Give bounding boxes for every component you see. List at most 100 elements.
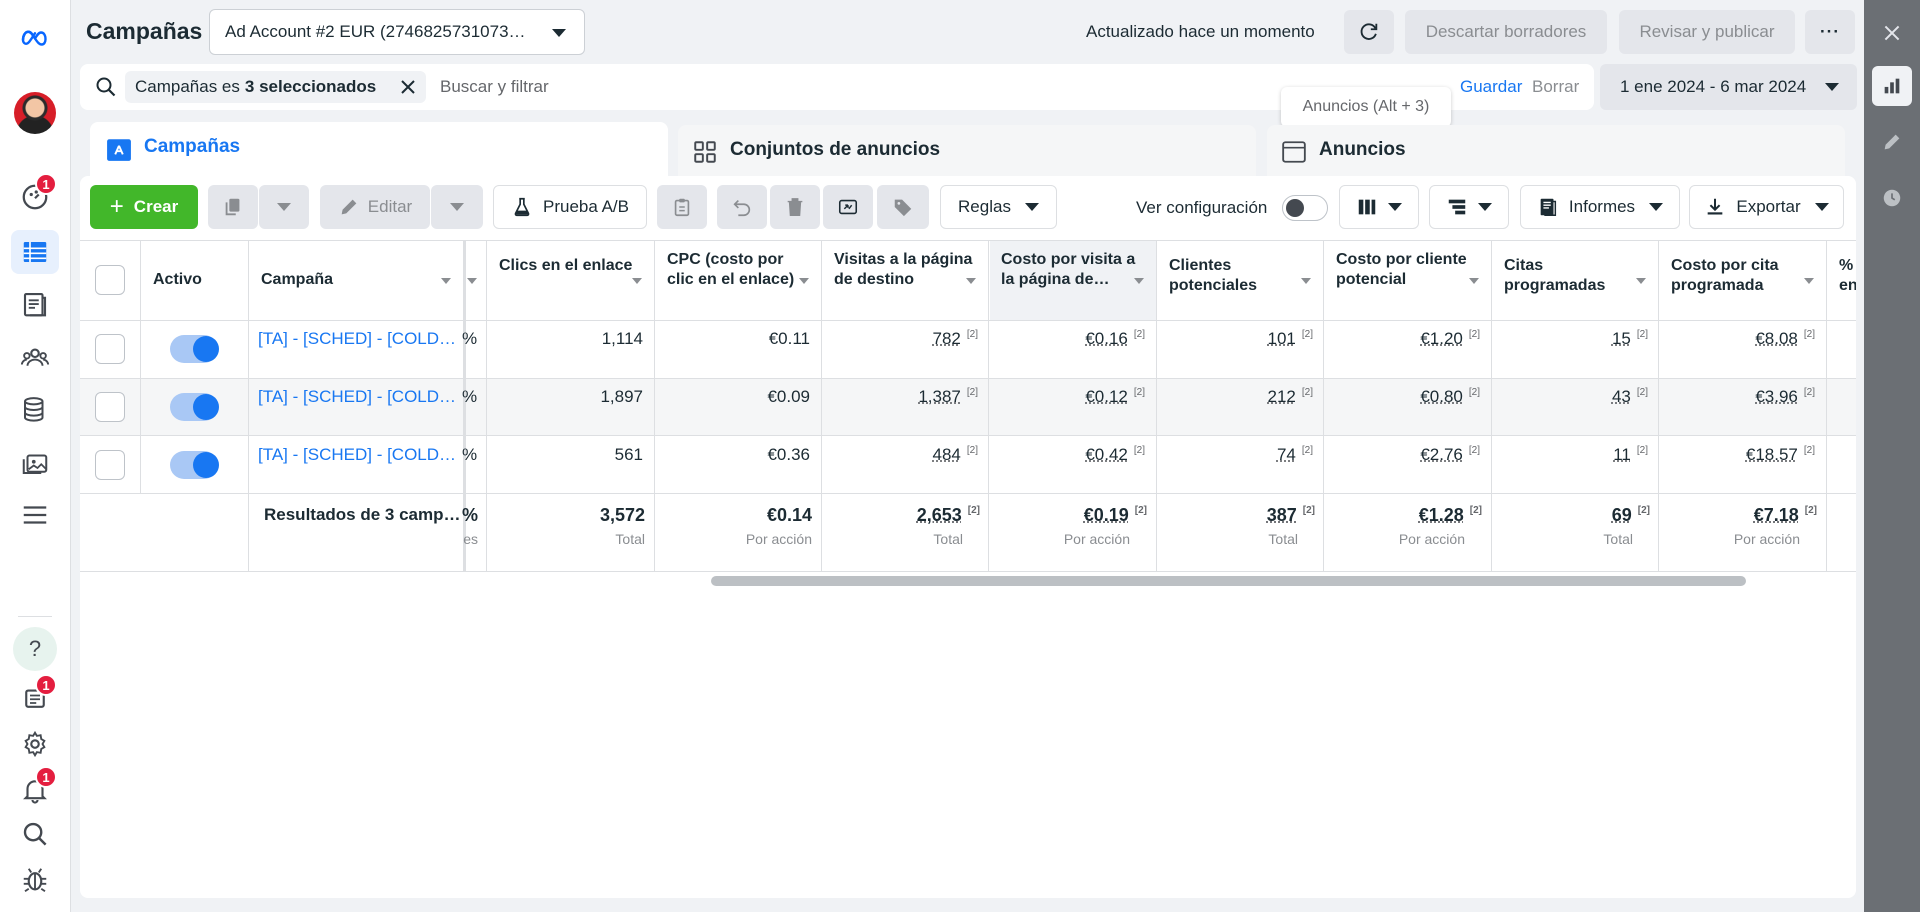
footnote[interactable]: [2] bbox=[1470, 505, 1482, 516]
edit-dropdown-button[interactable] bbox=[431, 185, 483, 229]
row-checkbox[interactable] bbox=[95, 334, 125, 364]
more-options-button[interactable]: ··· bbox=[1805, 10, 1855, 54]
history-panel-button[interactable] bbox=[1872, 178, 1912, 218]
cell-pct: % bbox=[462, 329, 478, 348]
save-filter-link[interactable]: Guardar bbox=[1460, 77, 1522, 97]
create-button[interactable]: + Crear bbox=[90, 185, 198, 229]
sort-icon[interactable] bbox=[467, 278, 477, 284]
footnote[interactable]: [2] bbox=[1637, 329, 1648, 340]
sort-icon bbox=[799, 278, 809, 284]
footnote[interactable]: [2] bbox=[1804, 329, 1815, 340]
profile-avatar[interactable] bbox=[14, 92, 56, 134]
footnote[interactable]: [2] bbox=[1805, 505, 1817, 516]
view-config-toggle[interactable] bbox=[1282, 195, 1328, 221]
notifications-bell-icon[interactable]: 1 bbox=[11, 766, 59, 812]
footnote[interactable]: [2] bbox=[1469, 445, 1480, 456]
columns-button[interactable] bbox=[1339, 185, 1419, 229]
campaign-active-toggle[interactable] bbox=[170, 451, 219, 479]
all-tools-menu-icon[interactable] bbox=[11, 493, 59, 537]
select-all-checkbox[interactable] bbox=[95, 265, 125, 295]
settings-gear-icon[interactable] bbox=[11, 722, 59, 766]
ad-account-selector[interactable]: Ad Account #2 EUR (2746825731073… bbox=[209, 9, 585, 55]
search-icon[interactable] bbox=[11, 812, 59, 856]
footnote[interactable]: [2] bbox=[1302, 387, 1313, 398]
tag-button[interactable] bbox=[877, 185, 929, 229]
close-icon[interactable] bbox=[398, 77, 418, 97]
column-header-activo[interactable]: Activo bbox=[141, 240, 248, 320]
footnote[interactable]: [2] bbox=[1638, 505, 1650, 516]
footnote[interactable]: [2] bbox=[1804, 387, 1815, 398]
ab-test-button[interactable]: Prueba A/B bbox=[493, 185, 647, 229]
footnote[interactable]: [2] bbox=[967, 329, 978, 340]
refresh-button[interactable] bbox=[1344, 10, 1394, 54]
footnote[interactable]: [2] bbox=[1302, 445, 1313, 456]
clear-filter-link[interactable]: Borrar bbox=[1532, 77, 1579, 97]
filter-chip[interactable]: Campañas es 3 seleccionados bbox=[125, 71, 427, 103]
charts-panel-button[interactable] bbox=[1872, 66, 1912, 106]
footnote[interactable]: [2] bbox=[967, 387, 978, 398]
edit-button[interactable]: Editar bbox=[320, 185, 430, 229]
campaign-name-link[interactable]: [TA] - [SCHED] - [COLD … bbox=[258, 387, 458, 407]
reports-button[interactable]: Informes bbox=[1520, 185, 1680, 229]
column-header-clics[interactable]: Clics en el enlace bbox=[487, 240, 654, 320]
footnote[interactable]: [2] bbox=[1469, 387, 1480, 398]
tab-campaigns[interactable]: Campañas bbox=[90, 122, 668, 184]
edit-panel-button[interactable] bbox=[1872, 122, 1912, 162]
share-preview-button[interactable] bbox=[823, 185, 873, 229]
footnote[interactable]: [2] bbox=[1469, 329, 1480, 340]
close-panel-button[interactable] bbox=[1872, 13, 1912, 53]
delete-button[interactable] bbox=[770, 185, 820, 229]
horizontal-scrollbar[interactable] bbox=[711, 576, 1746, 586]
campaign-active-toggle[interactable] bbox=[170, 335, 219, 363]
column-header-visitas[interactable]: Visitas a la página de destino bbox=[822, 240, 988, 320]
clipboard-button[interactable] bbox=[657, 185, 707, 229]
column-header-costo-visita[interactable]: Costo por visita a la página de… bbox=[989, 240, 1156, 320]
row-checkbox[interactable] bbox=[95, 392, 125, 422]
column-header-pct[interactable]: % en bbox=[1827, 240, 1856, 320]
meta-logo-icon[interactable] bbox=[11, 15, 59, 59]
column-header-campana[interactable]: Campaña bbox=[249, 240, 463, 320]
column-header-costo-cliente[interactable]: Costo por cliente potencial bbox=[1324, 240, 1491, 320]
footnote[interactable]: [2] bbox=[1804, 445, 1815, 456]
footnote[interactable]: [2] bbox=[1303, 505, 1315, 516]
page-notifications-icon[interactable]: 1 bbox=[11, 674, 59, 720]
campaigns-table-icon[interactable] bbox=[11, 230, 59, 274]
column-header-citas[interactable]: Citas programadas bbox=[1492, 240, 1658, 320]
date-range-picker[interactable]: 1 ene 2024 - 6 mar 2024 bbox=[1600, 64, 1857, 110]
footnote[interactable]: [2] bbox=[968, 505, 980, 516]
column-header-costo-cita[interactable]: Costo por cita programada bbox=[1659, 240, 1826, 320]
undo-button[interactable] bbox=[717, 185, 767, 229]
footnote[interactable]: [2] bbox=[1135, 505, 1147, 516]
audiences-icon[interactable] bbox=[11, 335, 59, 379]
footnote[interactable]: [2] bbox=[1134, 445, 1145, 456]
footnote[interactable]: [2] bbox=[1302, 329, 1313, 340]
campaign-active-toggle[interactable] bbox=[170, 393, 219, 421]
row-checkbox[interactable] bbox=[95, 450, 125, 480]
cell-value: €3.96 bbox=[1755, 387, 1798, 406]
media-library-icon[interactable] bbox=[11, 441, 59, 485]
review-publish-button[interactable]: Revisar y publicar bbox=[1619, 10, 1795, 54]
footnote[interactable]: [2] bbox=[967, 445, 978, 456]
refresh-icon bbox=[1360, 23, 1378, 40]
bug-report-icon[interactable] bbox=[11, 858, 59, 902]
column-header-cpc[interactable]: CPC (costo por clic en el enlace) bbox=[655, 240, 821, 320]
footnote[interactable]: [2] bbox=[1134, 387, 1145, 398]
discard-drafts-button[interactable]: Descartar borradores bbox=[1405, 10, 1607, 54]
cell-value: 15 bbox=[1611, 329, 1631, 348]
rules-button[interactable]: Reglas bbox=[940, 185, 1057, 229]
search-input[interactable] bbox=[440, 72, 1140, 102]
pages-icon[interactable] bbox=[11, 282, 59, 326]
footnote[interactable]: [2] bbox=[1637, 387, 1648, 398]
billing-database-icon[interactable] bbox=[11, 388, 59, 432]
footnote[interactable]: [2] bbox=[1134, 329, 1145, 340]
duplicate-dropdown-button[interactable] bbox=[259, 185, 309, 229]
duplicate-button[interactable] bbox=[208, 185, 258, 229]
footnote[interactable]: [2] bbox=[1637, 445, 1648, 456]
campaign-name-link[interactable]: [TA] - [SCHED] - [COLD … bbox=[258, 445, 458, 465]
ads-manager-home-icon[interactable]: 1 bbox=[11, 173, 59, 219]
breakdown-button[interactable] bbox=[1429, 185, 1509, 229]
export-button[interactable]: Exportar bbox=[1689, 185, 1844, 229]
help-icon[interactable]: ? bbox=[13, 627, 57, 671]
campaign-name-link[interactable]: [TA] - [SCHED] - [COLD … bbox=[258, 329, 458, 349]
column-header-clientes[interactable]: Clientes potenciales bbox=[1157, 240, 1323, 320]
